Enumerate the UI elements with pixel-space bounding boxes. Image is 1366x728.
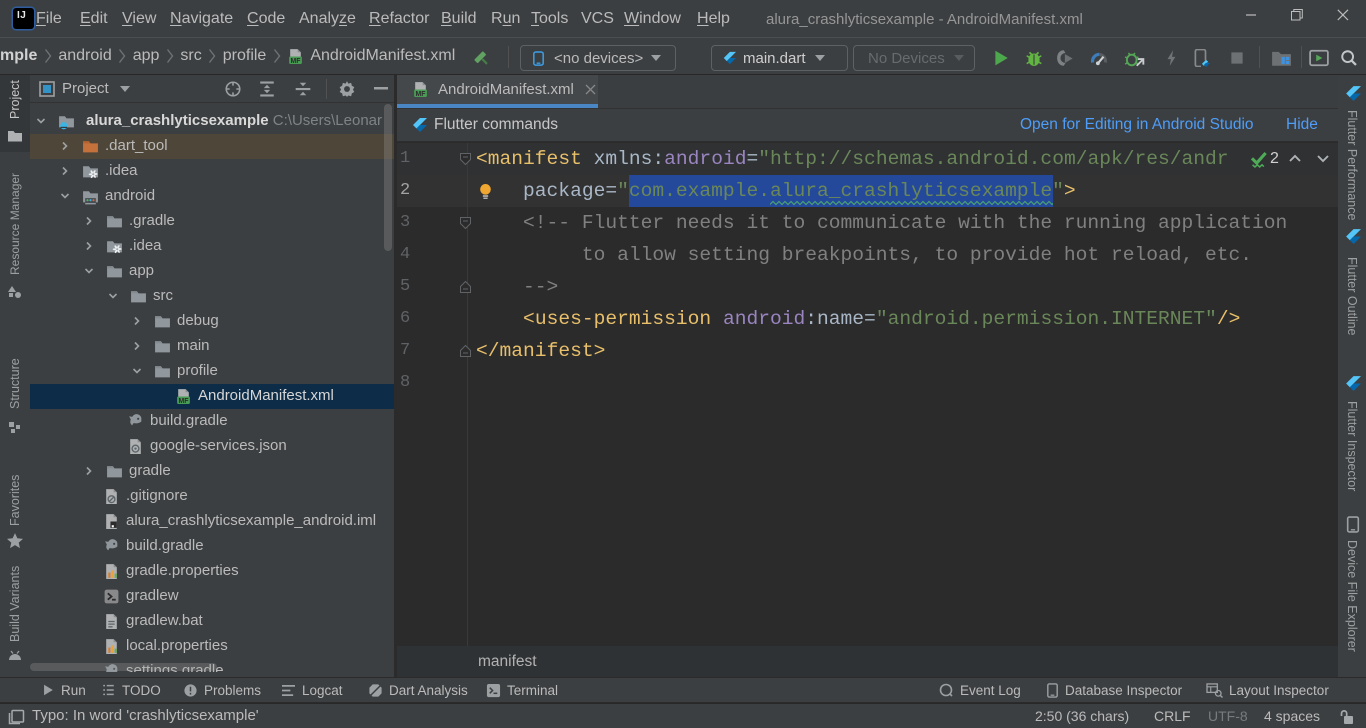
svg-text:MF: MF <box>291 57 301 64</box>
svg-text:MF: MF <box>416 91 426 98</box>
svg-text:MF: MF <box>179 398 189 405</box>
